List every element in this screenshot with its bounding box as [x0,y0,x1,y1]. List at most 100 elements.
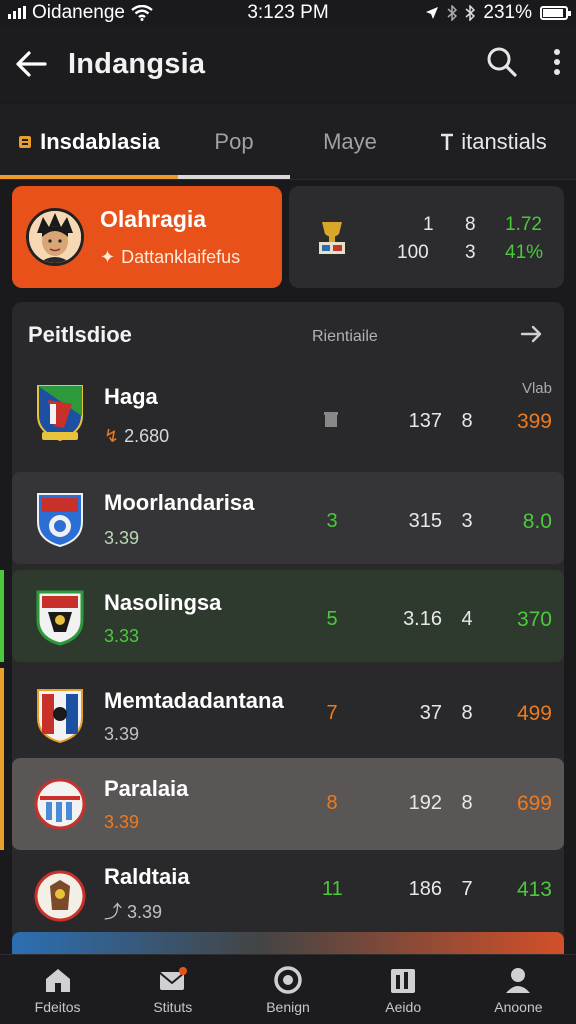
col-2: 37 [419,702,442,724]
nav-item-home[interactable]: Fdeitos [0,955,115,1024]
tab-insdablasia[interactable]: Insdablasia [0,104,178,179]
trash-icon [324,412,338,427]
row-stripe [0,668,4,760]
team-sub-value: 3.39 [104,812,140,832]
carrier-name: Oidanenge [32,2,125,23]
col-2: 186 [408,878,442,900]
location-icon [426,7,439,19]
search-button[interactable] [486,46,518,83]
team-row-nasolingsa[interactable]: Nasolingsa 3.33 5 3.16 4 370 [0,570,564,662]
arrow-icon: ⤴ [104,902,128,922]
battery-icon [540,6,571,20]
col-2: 192 [408,792,442,814]
col-3: 3 [461,510,473,532]
back-button[interactable] [14,47,48,81]
col-4: 699 [516,792,552,815]
featured-player-card[interactable]: Olahragia ✦ Dattanklaifefus [12,186,282,288]
nav-item-stats[interactable]: Aeido [346,955,461,1024]
team-sub: ⤴ 3.39 [104,898,162,924]
section-title: Peitlsdioe [28,322,132,347]
bottom-nav: Fdeitos Stituts Benign Aeido Anoone [0,954,576,1024]
col-3: 8 [461,410,473,432]
mail-icon [159,966,187,990]
lightning-icon: ↯ [104,426,125,446]
stat-r2-b: 3 [465,242,476,263]
arrow-right-icon[interactable] [520,324,544,344]
team-sub: 3.39 [104,812,139,833]
col-1: 8 [326,792,338,814]
col-3: 4 [461,608,473,630]
team-crest-icon [37,385,83,442]
team-crest-icon [34,778,86,830]
search-icon [487,47,517,77]
wifi-icon [131,5,153,21]
row-stripe [0,570,4,662]
team-crest-icon [37,689,83,744]
battery-percent: 231% [483,2,532,23]
col-4: 370 [516,608,552,631]
col-2: 3.16 [403,608,442,630]
tab-label: Maye [323,128,377,154]
tab-indicator [178,175,290,179]
more-button[interactable] [552,48,562,81]
tab-itanstials[interactable]: itanstials [410,104,576,179]
team-name: Memtadadantana [104,688,284,713]
back-arrow-icon [16,51,47,77]
featured-subtitle-text: Dattanklaifefus [121,247,241,267]
col-4: 499 [516,702,552,725]
team-name: Paralaia [104,776,189,801]
nav-label: Anoone [494,998,543,1015]
col-2: 315 [408,510,442,532]
nav-item-mail[interactable]: Stituts [115,955,230,1024]
partial-card[interactable] [12,932,564,956]
home-icon [45,968,70,992]
col-1: 3 [326,510,338,532]
col-4: 8.0 [522,510,552,533]
team-crest-icon [37,493,83,548]
team-sub: 3.33 [104,626,139,647]
team-sub-value: 3.39 [104,724,140,744]
tab-badge-icon [19,135,32,148]
team-name: Haga [104,384,158,409]
col-1: 11 [322,878,343,900]
trophy-icon [319,222,345,254]
team-sub: 3.39 [104,528,139,549]
summary-stats-card[interactable]: 1 8 1.72 100 3 41% [289,186,564,288]
row-stripe [0,758,4,850]
nav-label: Benign [266,998,310,1015]
nav-item-target[interactable]: Benign [230,955,345,1024]
team-row-moorlandarisa[interactable]: Moorlandarisa 3.39 3 315 3 8.0 [12,472,564,564]
col-2: 137 [408,410,442,432]
app-header: Indangsia [0,26,576,102]
col-1: 7 [326,702,338,724]
spark-icon: ✦ [100,247,116,267]
team-row-raldtaia[interactable]: Raldtaia ⤴ 3.39 11 186 7 413 [12,850,564,942]
stat-r1-b: 8 [465,214,476,235]
tab-label: Insdablasia [40,128,160,154]
team-crest-icon [36,590,84,646]
team-row-memtadadantana[interactable]: Memtadadantana 3.39 7 37 8 499 [0,668,564,760]
team-sub: ↯ 2.680 [104,426,169,447]
team-row-paralaia[interactable]: Paralaia 3.39 8 192 8 699 [0,758,564,850]
team-name: Raldtaia [104,864,190,889]
team-sub-value: 2.680 [124,426,170,446]
tab-bar: Insdablasia Pop Maye itanstials [0,104,576,180]
tab-maye[interactable]: Maye [290,104,410,179]
tab-pop[interactable]: Pop [178,104,290,179]
team-row-haga[interactable]: Haga ↯ 2.680 137 8 399 Vlab [12,366,564,458]
target-icon [274,965,302,994]
col-3: 8 [461,702,473,724]
bluetooth-icon [447,5,458,21]
tab-label: itanstials [461,128,547,154]
avatar [26,208,84,266]
bluetooth-icon [465,5,476,21]
stat-r2-c: 41% [505,242,544,263]
nav-item-profile[interactable]: Anoone [461,955,576,1024]
featured-subtitle: ✦ Dattanklaifefus [100,247,240,268]
tab-indicator [0,175,178,179]
team-sub-value: 3.39 [104,528,140,548]
page-title: Indangsia [68,47,206,80]
section-header[interactable]: Peitlsdioe Rientiaile [12,302,564,366]
nav-label: Stituts [153,998,193,1015]
col-4: 413 [516,878,552,901]
